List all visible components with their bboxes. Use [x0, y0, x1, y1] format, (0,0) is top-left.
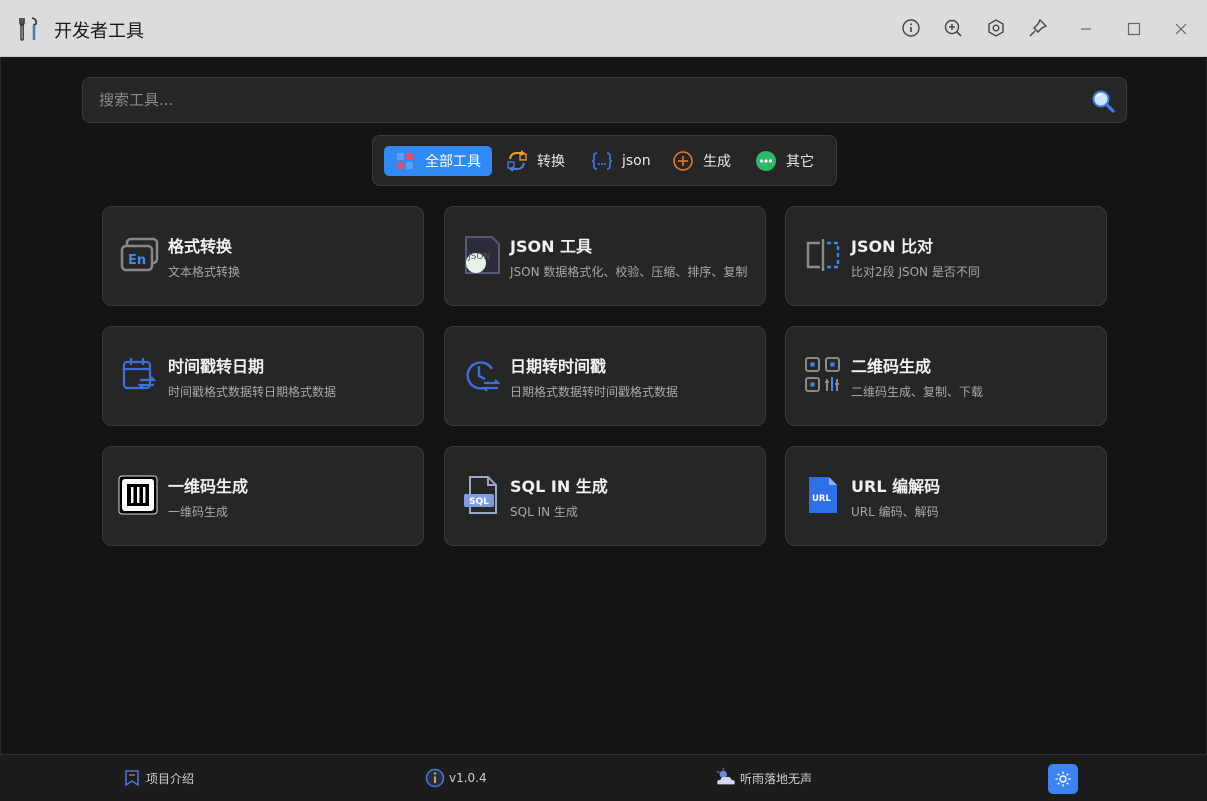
zoom-in-icon[interactable]: [942, 17, 964, 39]
pin-icon[interactable]: [1027, 17, 1049, 39]
tool-title: 一维码生成: [168, 477, 249, 496]
bookmark-icon: [121, 767, 143, 789]
svg-text:URL: URL: [812, 494, 831, 504]
main-area: 全部工具 转换 json 生成 其它: [0, 57, 1207, 754]
close-icon[interactable]: [1166, 14, 1196, 44]
tool-desc: URL 编码、解码: [851, 505, 939, 519]
version-info[interactable]: v1.0.4: [424, 767, 487, 789]
filter-label: 生成: [703, 154, 731, 170]
plus-circle-icon: [672, 150, 694, 172]
filter-label: 全部工具: [425, 154, 481, 170]
tool-title: URL 编解码: [851, 477, 941, 496]
status-footer: 项目介绍 v1.0.4 听雨落地无声: [0, 754, 1207, 801]
app-tools-icon: [19, 17, 37, 41]
search-input[interactable]: [99, 78, 1079, 122]
clock-convert-icon: [466, 361, 501, 392]
tool-desc: 比对2段 JSON 是否不同: [851, 265, 980, 279]
text-format-icon: En: [120, 237, 159, 272]
weather-icon: [715, 767, 737, 789]
tool-card-format-convert[interactable]: En 格式转换 文本格式转换: [102, 206, 424, 306]
barcode-icon: [118, 475, 158, 515]
info-icon[interactable]: [900, 17, 922, 39]
filter-label: 其它: [786, 154, 814, 170]
tool-title: 日期转时间戳: [510, 357, 607, 376]
grid-icon: [394, 150, 416, 172]
tool-desc: 时间戳格式数据转日期格式数据: [168, 385, 337, 399]
sql-file-icon: SQL: [464, 476, 497, 514]
filter-generate[interactable]: 生成: [662, 146, 741, 176]
tool-desc: 日期格式数据转时间戳格式数据: [510, 385, 679, 399]
tool-desc: 二维码生成、复制、下载: [851, 385, 984, 399]
more-icon: [755, 150, 777, 172]
tool-title: 时间戳转日期: [168, 357, 265, 376]
tool-card-barcode[interactable]: 一维码生成 一维码生成: [102, 446, 424, 546]
theme-toggle-button[interactable]: [1048, 764, 1078, 794]
tool-card-timestamp-to-date[interactable]: 时间戳转日期 时间戳格式数据转日期格式数据: [102, 326, 424, 426]
author-link[interactable]: 听雨落地无声: [715, 767, 812, 789]
search-icon[interactable]: [1090, 88, 1116, 114]
filter-json[interactable]: json: [581, 146, 661, 176]
version-label: v1.0.4: [449, 771, 487, 785]
info-circle-icon: [424, 767, 446, 789]
convert-icon: [506, 150, 528, 172]
tool-desc: JSON 数据格式化、校验、压缩、排序、复制: [510, 265, 748, 279]
qrcode-icon: [805, 357, 840, 392]
calendar-convert-icon: [122, 358, 157, 390]
minimize-icon[interactable]: [1071, 14, 1101, 44]
tool-title: 二维码生成: [851, 357, 932, 376]
json-file-icon: JSON: [465, 236, 500, 274]
json-braces-icon: [591, 150, 613, 172]
filter-convert[interactable]: 转换: [496, 146, 575, 176]
tool-card-qrcode[interactable]: 二维码生成 二维码生成、复制、下载: [785, 326, 1107, 426]
tool-title: JSON 比对: [851, 237, 934, 256]
search-bar: [82, 77, 1127, 123]
maximize-icon[interactable]: [1119, 14, 1149, 44]
tool-desc: 文本格式转换: [168, 265, 241, 279]
svg-text:SQL: SQL: [469, 497, 489, 507]
tool-title: 格式转换: [168, 237, 233, 256]
tool-card-url-codec[interactable]: URL URL 编解码 URL 编码、解码: [785, 446, 1107, 546]
filter-label: json: [622, 153, 651, 169]
sun-icon: [1055, 771, 1071, 787]
tool-card-json-tools[interactable]: JSON JSON 工具 JSON 数据格式化、校验、压缩、排序、复制: [444, 206, 766, 306]
filter-other[interactable]: 其它: [745, 146, 824, 176]
tool-desc: SQL IN 生成: [510, 505, 578, 519]
category-filter: 全部工具 转换 json 生成 其它: [372, 135, 837, 186]
tool-card-json-compare[interactable]: JSON 比对 比对2段 JSON 是否不同: [785, 206, 1107, 306]
author-label: 听雨落地无声: [740, 771, 813, 786]
title-bar: 开发者工具: [0, 0, 1207, 57]
app-title: 开发者工具: [54, 21, 144, 42]
tool-card-date-to-timestamp[interactable]: 日期转时间戳 日期格式数据转时间戳格式数据: [444, 326, 766, 426]
project-intro-label: 项目介绍: [146, 771, 195, 786]
svg-text:JSON: JSON: [467, 252, 490, 262]
tool-card-sql-in[interactable]: SQL SQL IN 生成 SQL IN 生成: [444, 446, 766, 546]
tool-title: JSON 工具: [510, 237, 593, 256]
settings-icon[interactable]: [985, 17, 1007, 39]
project-intro-link[interactable]: 项目介绍: [121, 767, 194, 789]
svg-text:En: En: [128, 253, 146, 268]
tool-title: SQL IN 生成: [510, 477, 608, 496]
filter-all-tools[interactable]: 全部工具: [384, 146, 492, 176]
filter-label: 转换: [537, 154, 565, 170]
url-file-icon: URL: [809, 477, 837, 513]
compare-icon: [806, 239, 840, 271]
tool-desc: 一维码生成: [168, 505, 229, 519]
